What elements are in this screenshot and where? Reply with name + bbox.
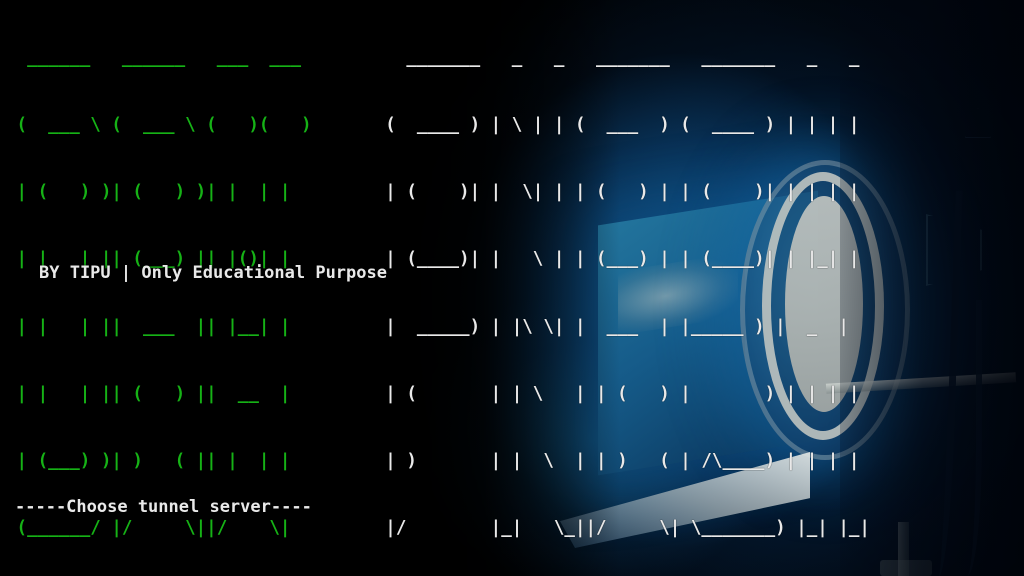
terminal-output: BY TIPU | Only Educational Purpose -----… bbox=[15, 192, 557, 576]
banner-row-1-green: ( ___ \ ( ___ \ ( )( ) bbox=[6, 115, 386, 136]
banner-row-0-white: _______ _ _ _______ _______ _ _ bbox=[385, 47, 870, 68]
banner-row-0-green: ______ ______ ___ ___ bbox=[6, 47, 386, 68]
banner-row-1-white: ( ____ ) | \ | | ( ___ ) ( ____ ) | | | … bbox=[385, 115, 860, 136]
terminal-content: ______ ______ ___ ___ _______ _ _ ______… bbox=[0, 0, 1024, 576]
spacer-1 bbox=[15, 332, 557, 355]
spacer-2 bbox=[15, 403, 557, 426]
section-header-tunnel: -----Choose tunnel server---- bbox=[15, 497, 312, 518]
terminal-screen: ______ ______ ___ ___ _______ _ _ ______… bbox=[0, 0, 1024, 576]
spacer-3 bbox=[15, 566, 557, 576]
subtitle-line: BY TIPU | Only Educational Purpose bbox=[39, 263, 387, 284]
